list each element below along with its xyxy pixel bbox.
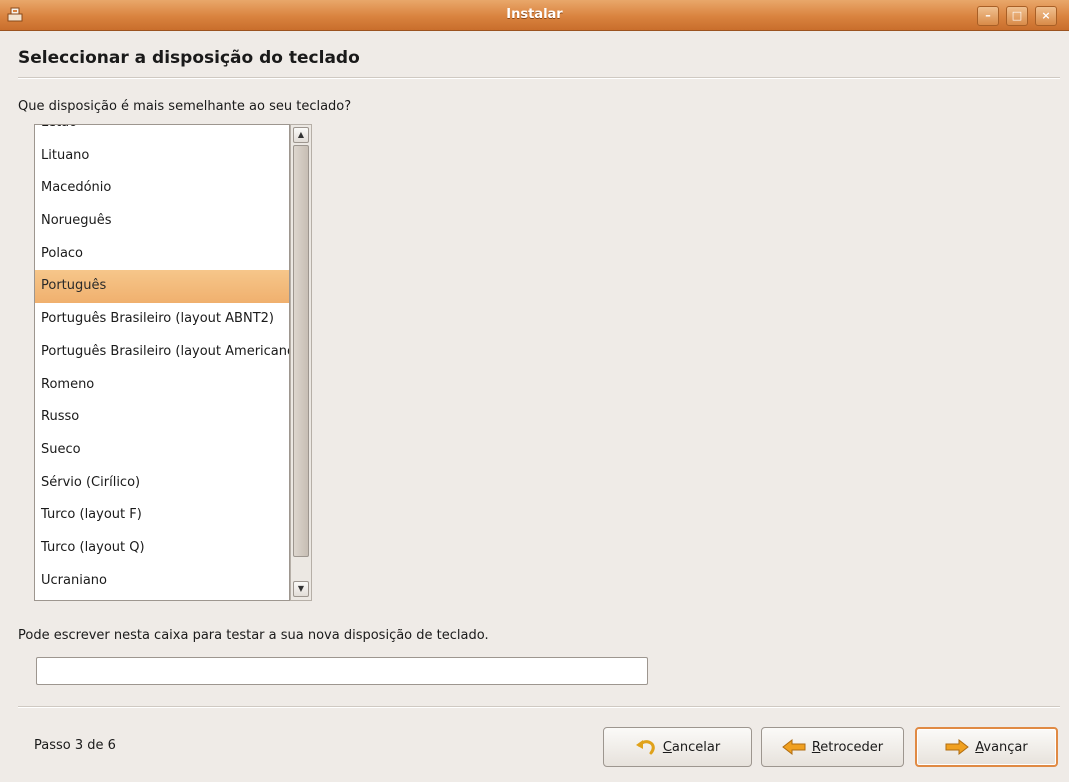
list-item[interactable]: Polaco [35,238,289,271]
list-item[interactable]: Sérvio (Cirílico) [35,467,289,500]
scroll-down-arrow-icon[interactable]: ▼ [293,581,309,597]
undo-arrow-icon [635,740,655,755]
window-title: Instalar [506,7,563,22]
list-item[interactable]: Norueguês [35,205,289,238]
back-button[interactable]: Retroceder [761,727,904,767]
page-title: Seleccionar a disposição do teclado [18,48,360,68]
minimize-icon[interactable]: – [977,6,999,26]
arrow-right-icon [945,739,970,755]
scroll-up-arrow-icon[interactable]: ▲ [293,127,309,143]
list-item[interactable]: Russo [35,401,289,434]
back-label: etroceder [820,739,884,755]
list-scrollbar[interactable]: ▲ ▼ [290,124,312,601]
close-icon[interactable]: × [1035,6,1057,26]
scrollbar-thumb[interactable] [293,145,309,557]
list-item[interactable]: Lituano [35,140,289,173]
list-item[interactable]: Turco (layout Q) [35,532,289,565]
cancel-label: ancelar [671,739,721,755]
list-item[interactable]: Português Brasileiro (layout ABNT2) [35,303,289,336]
list-item[interactable]: Turco (layout F) [35,499,289,532]
list-item[interactable]: Romeno [35,369,289,402]
list-item-selected[interactable]: Português [35,270,289,304]
forward-button[interactable]: Avançar [915,727,1058,767]
list-item[interactable]: Ucraniano [35,565,289,598]
test-input-label: Pode escrever nesta caixa para testar a … [18,628,489,643]
layout-question-label: Que disposição é mais semelhante ao seu … [18,99,352,114]
forward-label: vançar [983,739,1028,755]
maximize-icon[interactable]: □ [1006,6,1028,26]
arrow-left-icon [782,739,806,755]
keyboard-layout-list-items: LetãoLituanoMacedónioNorueguêsPolacoPort… [35,125,289,598]
list-item[interactable]: Letão [35,125,289,140]
cancel-button[interactable]: Cancelar [603,727,752,767]
list-item[interactable]: Macedónio [35,172,289,205]
step-indicator: Passo 3 de 6 [34,738,116,753]
keyboard-layout-list[interactable]: LetãoLituanoMacedónioNorueguêsPolacoPort… [34,124,290,601]
list-item[interactable]: Português Brasileiro (layout Americano) [35,336,289,369]
keyboard-test-input[interactable] [36,657,648,685]
cancel-mnemonic: C [662,739,672,755]
footer-separator [18,706,1060,708]
list-item[interactable]: Sueco [35,434,289,467]
header-separator [18,77,1060,79]
window-titlebar[interactable]: Instalar – □ × [0,0,1069,31]
